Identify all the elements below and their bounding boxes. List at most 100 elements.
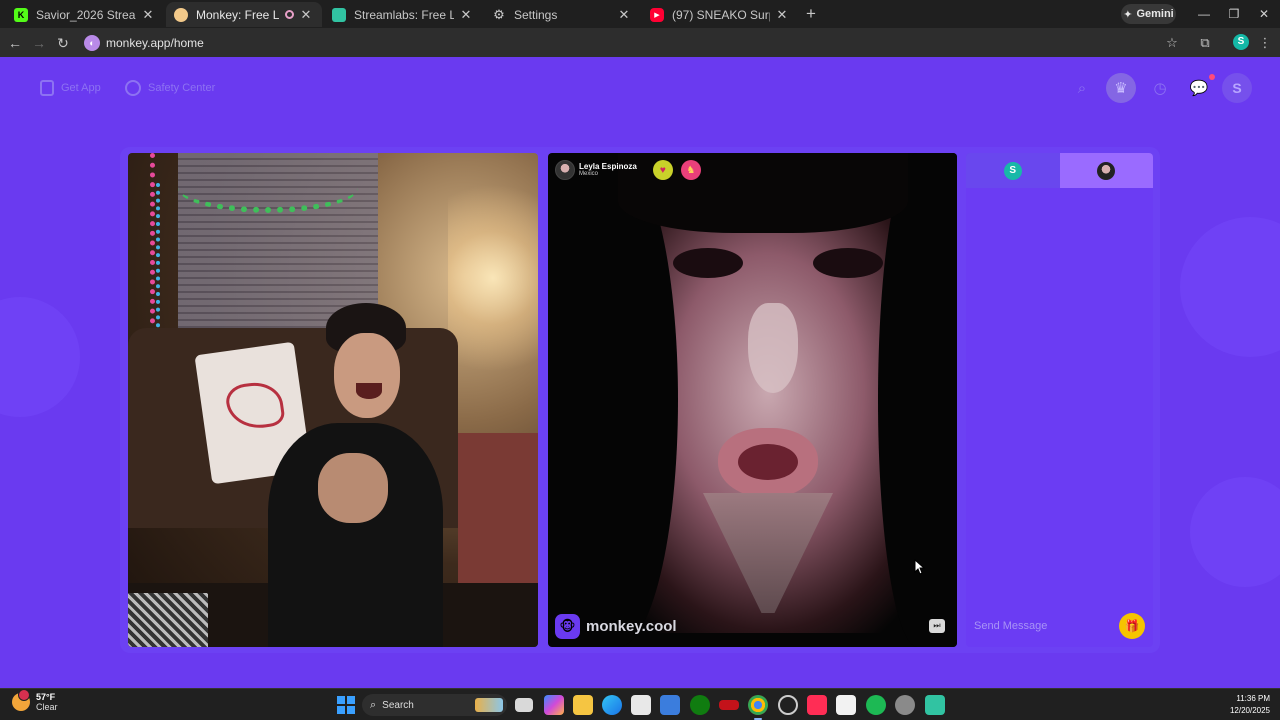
gift-icon[interactable]: 🎁 xyxy=(1119,613,1145,639)
side-panel-icon[interactable]: ⧉ xyxy=(1195,33,1215,53)
phone-icon xyxy=(40,80,54,96)
person-face xyxy=(334,333,400,418)
scene-lit-tree xyxy=(448,153,538,403)
close-window-button[interactable]: ✕ xyxy=(1249,4,1279,24)
chrome-icon[interactable] xyxy=(748,695,768,715)
search-icon: ⌕ xyxy=(370,698,377,711)
crown-icon[interactable]: ♛ xyxy=(1106,73,1136,103)
search-icon[interactable]: ⌕ xyxy=(1067,73,1097,103)
peer-eye-left xyxy=(673,248,743,278)
message-placeholder: Send Message xyxy=(974,620,1048,632)
minimize-button[interactable]: — xyxy=(1189,4,1219,24)
restore-button[interactable]: ❐ xyxy=(1219,4,1249,24)
tab-settings[interactable]: ⚙ Settings ✕ xyxy=(484,2,640,27)
browser-toolbar: ← → ↻ ◐ monkey.app/home ☆ ⧉ ⋮ xyxy=(0,28,1280,57)
tab-kick-stream[interactable]: K Savior_2026 Stream - Watch Li ✕ xyxy=(6,2,164,27)
clock-date: 12/20/2025 xyxy=(1229,706,1270,715)
back-button[interactable]: ← xyxy=(4,32,26,54)
reload-button[interactable]: ↻ xyxy=(52,32,74,54)
xbox-icon[interactable] xyxy=(690,695,710,715)
spotify-icon[interactable] xyxy=(866,695,886,715)
heart-badge-icon[interactable]: ♥ xyxy=(652,160,673,180)
new-tab-button[interactable]: + xyxy=(802,4,820,24)
weather-temperature: 57°F xyxy=(36,692,56,702)
mouse-cursor-icon xyxy=(914,559,926,575)
file-explorer-icon[interactable] xyxy=(573,695,593,715)
person-mouth xyxy=(356,383,382,399)
bookmark-star-icon[interactable]: ☆ xyxy=(1162,33,1182,53)
watermark-text: monkey.cool xyxy=(586,618,677,635)
system-clock[interactable]: 11:36 PM 12/20/2025 xyxy=(1215,693,1270,717)
gemini-button[interactable]: ✦ Gemini xyxy=(1121,4,1176,24)
tab-self[interactable]: S xyxy=(966,153,1060,188)
settings-gear-icon[interactable] xyxy=(895,695,915,715)
tab-peer[interactable] xyxy=(1059,153,1153,188)
close-icon[interactable]: ✕ xyxy=(774,7,790,23)
address-bar[interactable]: ◐ monkey.app/home xyxy=(80,31,1190,54)
forward-button[interactable]: → xyxy=(28,32,50,54)
tab-title: Settings xyxy=(514,7,558,22)
peer-name: Leyla Espinoza xyxy=(579,161,637,171)
monkey-watermark: 🐵 monkey.cool xyxy=(555,614,677,639)
taskbar-search[interactable]: ⌕ Search xyxy=(362,694,507,716)
task-view-icon[interactable] xyxy=(515,698,533,712)
close-icon[interactable]: ✕ xyxy=(458,7,474,23)
tab-title: (97) SNEAKO Surprises Jake Ful xyxy=(672,7,770,22)
background-decoration xyxy=(1190,477,1280,587)
browser-tab-strip: K Savior_2026 Stream - Watch Li ✕ Monkey… xyxy=(0,0,1280,28)
safety-center-link[interactable]: Safety Center xyxy=(125,77,215,99)
tiktok-icon[interactable] xyxy=(807,695,827,715)
self-video-feed xyxy=(128,153,538,647)
gear-icon: ⚙ xyxy=(493,6,505,22)
kick-icon: K xyxy=(14,7,28,22)
peer-hair-left xyxy=(558,153,678,647)
peer-info[interactable]: Leyla Espinoza Mexico ♥ ♞ xyxy=(555,160,701,180)
close-icon[interactable]: ✕ xyxy=(616,7,632,23)
close-icon[interactable]: ✕ xyxy=(140,7,156,23)
peer-avatar[interactable] xyxy=(555,160,575,180)
tab-streamlabs[interactable]: Streamlabs: Free Live Streaming ✕ xyxy=(324,2,482,27)
tab-youtube[interactable]: ▶ (97) SNEAKO Surprises Jake Ful ✕ xyxy=(642,2,798,27)
browser-profile-avatar[interactable]: S xyxy=(1233,34,1249,50)
peer-avatar xyxy=(1097,161,1116,180)
peer-nose xyxy=(748,303,798,393)
get-app-link[interactable]: Get App xyxy=(40,77,101,99)
scene-lights xyxy=(156,183,166,343)
sparkle-icon: ✦ xyxy=(1123,8,1133,21)
weather-moon-icon xyxy=(12,689,30,712)
streamlabs-icon xyxy=(332,7,346,22)
self-person xyxy=(268,303,443,647)
gift-badge-icon[interactable]: ♞ xyxy=(680,160,701,180)
copilot-icon[interactable] xyxy=(544,695,564,715)
close-icon[interactable]: ✕ xyxy=(298,7,314,23)
user-avatar[interactable]: S xyxy=(1222,73,1252,103)
microsoft-store-icon[interactable] xyxy=(660,695,680,715)
recording-icon xyxy=(285,10,294,19)
background-decoration xyxy=(0,297,80,417)
snipping-tool-icon[interactable] xyxy=(631,695,651,715)
self-avatar: S xyxy=(1003,161,1022,180)
edge-icon[interactable] xyxy=(602,695,622,715)
tab-title: Savior_2026 Stream - Watch Li xyxy=(36,7,136,22)
monkey-icon xyxy=(174,7,188,22)
weather-widget[interactable]: 57°F Clear xyxy=(12,689,58,713)
capcut-icon[interactable] xyxy=(836,695,856,715)
weather-text: 57°F Clear xyxy=(36,692,58,713)
chat-panel: S Send Message 🎁 xyxy=(966,153,1153,647)
safety-center-label: Safety Center xyxy=(148,82,216,94)
scene-garland xyxy=(178,163,358,213)
windows-start-icon[interactable] xyxy=(337,696,355,714)
site-info-icon[interactable]: ◐ xyxy=(84,34,100,51)
history-clock-icon[interactable]: ◷ xyxy=(1145,73,1175,103)
message-input[interactable]: Send Message 🎁 xyxy=(966,605,1153,647)
background-decoration xyxy=(1180,217,1280,357)
windows-taskbar: 57°F Clear ⌕ Search 11:36 PM 12/20/2025 xyxy=(0,688,1280,720)
red-app-icon[interactable] xyxy=(719,700,739,710)
url-text: monkey.app/home xyxy=(106,35,204,50)
skip-next-icon[interactable]: ⏭ xyxy=(929,619,945,633)
menu-kebab-icon[interactable]: ⋮ xyxy=(1255,33,1275,53)
tab-monkey[interactable]: Monkey: Free Live Video Ch ✕ xyxy=(166,2,322,27)
peer-text: Leyla Espinoza Mexico xyxy=(579,161,637,178)
app-icon[interactable] xyxy=(778,695,798,715)
streamlabs-icon[interactable] xyxy=(925,695,945,715)
